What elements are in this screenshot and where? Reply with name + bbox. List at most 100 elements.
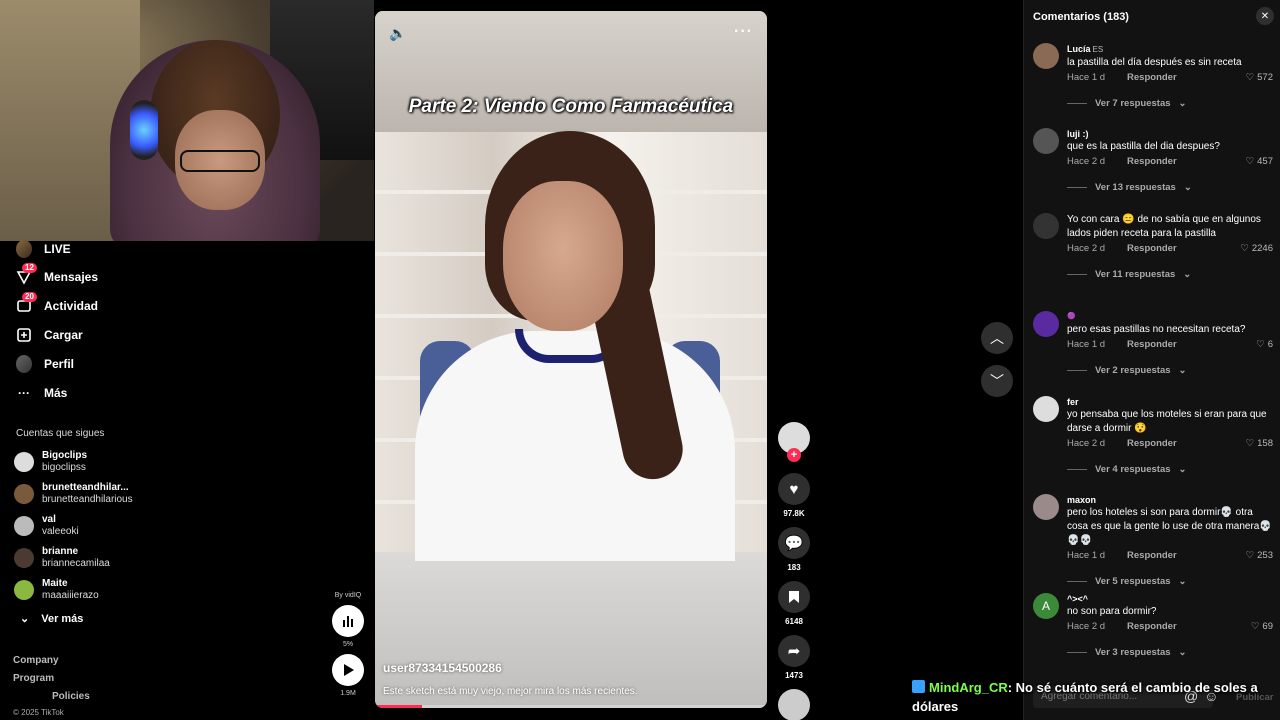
heart-outline-icon: ♡: [1256, 339, 1265, 350]
comment-like-button[interactable]: ♡ 253: [1246, 550, 1273, 562]
more-options-icon[interactable]: ···: [734, 23, 753, 41]
following-avatar: [14, 516, 34, 536]
reply-button[interactable]: Responder: [1127, 72, 1177, 84]
view-replies-label: Ver 7 respuestas: [1095, 98, 1171, 109]
nav-live[interactable]: LIVE: [16, 240, 71, 258]
following-item[interactable]: Maite maaaiiierazo: [14, 578, 99, 602]
reply-button[interactable]: Responder: [1127, 339, 1177, 351]
footer-company[interactable]: Company: [13, 655, 59, 666]
following-item[interactable]: Bigoclips bigoclipss: [14, 450, 87, 474]
chevron-down-icon: ﹀: [990, 373, 1004, 389]
comment-like-button[interactable]: ♡ 2246: [1240, 243, 1273, 255]
vidiq-stats-button[interactable]: [332, 605, 364, 637]
following-handle: bigoclipss: [42, 462, 86, 473]
comment-avatar[interactable]: [1033, 494, 1059, 520]
comment-like-count: 6: [1267, 339, 1273, 350]
chat-username: MindArg_CR: [929, 680, 1008, 695]
volume-icon[interactable]: 🔈: [389, 25, 406, 42]
nav-activity[interactable]: 20 Actividad: [16, 292, 99, 314]
video-caption: Este sketch está muy viejo, mejor mira l…: [383, 686, 638, 697]
nav-more-label: Más: [44, 386, 68, 400]
comment-like-button[interactable]: ♡ 158: [1246, 438, 1273, 450]
reply-button[interactable]: Responder: [1127, 550, 1177, 562]
sound-avatar[interactable]: [778, 689, 810, 720]
footer-policies[interactable]: Policies: [52, 691, 90, 702]
comment-user[interactable]: ^><^: [1067, 593, 1273, 605]
comment-like-button[interactable]: ♡ 6: [1256, 339, 1273, 351]
comment-avatar[interactable]: [1033, 311, 1059, 337]
comment-text: Yo con cara 😑 de no sabía que en algunos…: [1067, 214, 1261, 239]
reply-button[interactable]: Responder: [1127, 438, 1177, 450]
nav-messages[interactable]: 12 Mensajes: [16, 263, 98, 285]
creator-avatar[interactable]: +: [778, 422, 810, 462]
reply-button[interactable]: Responder: [1127, 243, 1177, 255]
comment-text: pero esas pastillas no necesitan receta?: [1067, 324, 1246, 335]
save-count: 6148: [785, 617, 803, 626]
comment-avatar[interactable]: [1033, 43, 1059, 69]
video-progress-bar[interactable]: [375, 705, 767, 708]
comment-user[interactable]: Lucía: [1067, 44, 1091, 54]
view-replies-button[interactable]: Ver 2 respuestas ⌄: [1067, 365, 1273, 376]
follow-plus-icon[interactable]: +: [787, 448, 801, 462]
comment-user[interactable]: luji :): [1067, 128, 1273, 140]
footer-program[interactable]: Program: [13, 673, 54, 684]
live-avatar-icon: [16, 240, 32, 258]
following-handle: maaaiiierazo: [42, 590, 99, 601]
reply-button[interactable]: Responder: [1127, 621, 1177, 633]
nav-profile[interactable]: Perfil: [16, 355, 74, 373]
video-username[interactable]: user87334154500286: [383, 661, 502, 675]
view-replies-button[interactable]: Ver 5 respuestas ⌄: [1067, 576, 1273, 587]
comment-like-button[interactable]: ♡ 572: [1246, 72, 1273, 84]
view-replies-button[interactable]: Ver 13 respuestas ⌄: [1067, 182, 1273, 193]
nav-more[interactable]: ··· Más: [16, 385, 67, 401]
comment-avatar[interactable]: A: [1033, 593, 1059, 619]
comment-like-button[interactable]: ♡ 69: [1251, 621, 1273, 633]
heart-icon: ♥: [789, 480, 799, 498]
like-button[interactable]: ♥: [778, 473, 810, 505]
share-button[interactable]: ➦: [778, 635, 810, 667]
comment-avatar[interactable]: [1033, 128, 1059, 154]
close-icon[interactable]: ✕: [1256, 7, 1274, 25]
following-item[interactable]: brunetteandhilar... brunetteandhilarious: [14, 482, 133, 506]
comment-count: 183: [787, 563, 801, 572]
comment-avatar[interactable]: [1033, 213, 1059, 239]
vidiq-percent: 5%: [342, 641, 354, 648]
comment-text: no son para dormir?: [1067, 606, 1157, 617]
heart-outline-icon: ♡: [1245, 438, 1255, 449]
nav-upload[interactable]: Cargar: [16, 327, 83, 343]
comment-avatar[interactable]: [1033, 396, 1059, 422]
comments-header: Comentarios (183): [1033, 11, 1129, 23]
nav-upload-label: Cargar: [44, 328, 83, 342]
following-name: Bigoclips: [42, 450, 88, 461]
see-more-button[interactable]: ⌄ Ver más: [20, 612, 83, 626]
previous-video-button[interactable]: ︿: [981, 322, 1013, 354]
chevron-down-icon: ⌄: [1183, 182, 1192, 193]
heart-outline-icon: ♡: [1245, 156, 1255, 167]
play-button[interactable]: [332, 654, 364, 686]
comment-time: Hace 2 d: [1067, 438, 1106, 449]
comment-user[interactable]: fer: [1067, 396, 1273, 408]
nav-activity-label: Actividad: [44, 299, 99, 313]
video-player[interactable]: 🔈 ··· Parte 2: Viendo Como Farmacéutica …: [375, 11, 767, 708]
next-video-button[interactable]: ﹀: [981, 365, 1013, 397]
view-replies-button[interactable]: Ver 3 respuestas ⌄: [1067, 647, 1273, 658]
save-button[interactable]: [778, 581, 810, 613]
following-handle: valeeoki: [42, 526, 79, 537]
comment-like-count: 2246: [1251, 243, 1273, 254]
chevron-up-icon: ︿: [990, 330, 1004, 346]
comment-button[interactable]: 💬: [778, 527, 810, 559]
view-replies-button[interactable]: Ver 7 respuestas ⌄: [1067, 98, 1273, 109]
view-replies-button[interactable]: Ver 4 respuestas ⌄: [1067, 464, 1273, 475]
view-replies-button[interactable]: Ver 11 respuestas ⌄: [1067, 269, 1273, 280]
chevron-down-icon: ⌄: [1178, 464, 1187, 475]
comment-like-button[interactable]: ♡ 457: [1246, 156, 1273, 168]
following-item[interactable]: val valeeoki: [14, 514, 79, 538]
comment-like-count: 457: [1257, 156, 1273, 167]
comment-user[interactable]: 🟣: [1067, 311, 1273, 323]
comment-user[interactable]: maxon: [1067, 494, 1273, 506]
reply-button[interactable]: Responder: [1127, 156, 1177, 168]
following-item[interactable]: brianne briannecamilaa: [14, 546, 110, 570]
screen: LIVE 12 Mensajes 20 Actividad Cargar Per…: [0, 0, 1280, 720]
following-name: val: [42, 514, 56, 525]
share-arrow-icon: ➦: [787, 643, 801, 660]
